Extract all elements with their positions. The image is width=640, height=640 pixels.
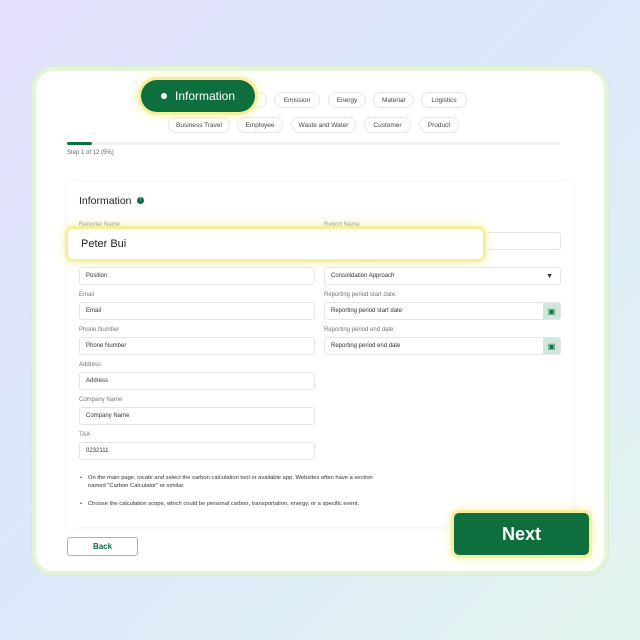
start-date-input[interactable]: Reporting period start date ▣ bbox=[324, 302, 561, 320]
consolidation-value: Consolidation Approach bbox=[331, 273, 395, 279]
position-input[interactable]: Position bbox=[79, 267, 315, 285]
info-icon[interactable]: ! bbox=[137, 197, 144, 204]
back-button[interactable]: Back bbox=[67, 537, 138, 556]
label-start-date: Reporting period start date: bbox=[324, 292, 397, 298]
step-energy[interactable]: Energy bbox=[328, 92, 366, 108]
step-material[interactable]: Material bbox=[373, 92, 414, 108]
consolidation-select[interactable]: Consolidation Approach ▼ bbox=[324, 267, 561, 285]
step-information-active[interactable]: Information bbox=[141, 80, 255, 112]
step-waste-water[interactable]: Waste and Water bbox=[291, 117, 356, 133]
progress-bar bbox=[67, 142, 560, 145]
form-title: Information bbox=[79, 195, 132, 207]
phone-input[interactable]: Phone Number bbox=[79, 337, 315, 355]
step-information-label: Information bbox=[175, 89, 236, 103]
active-dot-icon bbox=[161, 93, 167, 99]
step-customer[interactable]: Customer bbox=[364, 117, 411, 133]
label-end-date: Reporting period end date: bbox=[324, 327, 396, 333]
step-logistics[interactable]: Logistics bbox=[421, 92, 467, 108]
label-reporter-name: Reporter Name bbox=[79, 222, 121, 228]
next-button[interactable]: Next bbox=[454, 513, 589, 555]
label-report-name: Report Name bbox=[324, 222, 360, 228]
start-date-placeholder: Reporting period start date bbox=[331, 308, 403, 314]
note-item: Choose the calculation scope, which coul… bbox=[80, 500, 380, 508]
label-tax: TAX bbox=[79, 432, 91, 438]
label-phone: Phone Number bbox=[79, 327, 120, 333]
tax-input[interactable]: 0232111 bbox=[79, 442, 315, 460]
step-employee[interactable]: Employee bbox=[237, 117, 283, 133]
calendar-icon[interactable]: ▣ bbox=[543, 303, 560, 319]
company-input[interactable]: Company Name bbox=[79, 407, 315, 425]
reporter-name-input[interactable]: Peter Bui bbox=[68, 229, 483, 259]
calendar-icon[interactable]: ▣ bbox=[543, 338, 560, 354]
progress-fill bbox=[67, 142, 92, 145]
note-item: On the main page, locate and select the … bbox=[80, 474, 380, 490]
step-emission[interactable]: Emission bbox=[274, 92, 320, 108]
label-address: Address bbox=[79, 362, 102, 368]
caret-down-icon: ▼ bbox=[546, 272, 553, 280]
step-text: Step 1 of 12 (5%) bbox=[67, 150, 114, 156]
label-email: Email bbox=[79, 292, 95, 298]
end-date-placeholder: Reporting period end date bbox=[331, 343, 401, 349]
end-date-input[interactable]: Reporting period end date ▣ bbox=[324, 337, 561, 355]
step-business-travel[interactable]: Business Travel bbox=[168, 117, 230, 133]
label-company: Company Name bbox=[79, 397, 123, 403]
step-product[interactable]: Product bbox=[419, 117, 459, 133]
address-input[interactable]: Address bbox=[79, 372, 315, 390]
email-input[interactable]: Email bbox=[79, 302, 315, 320]
